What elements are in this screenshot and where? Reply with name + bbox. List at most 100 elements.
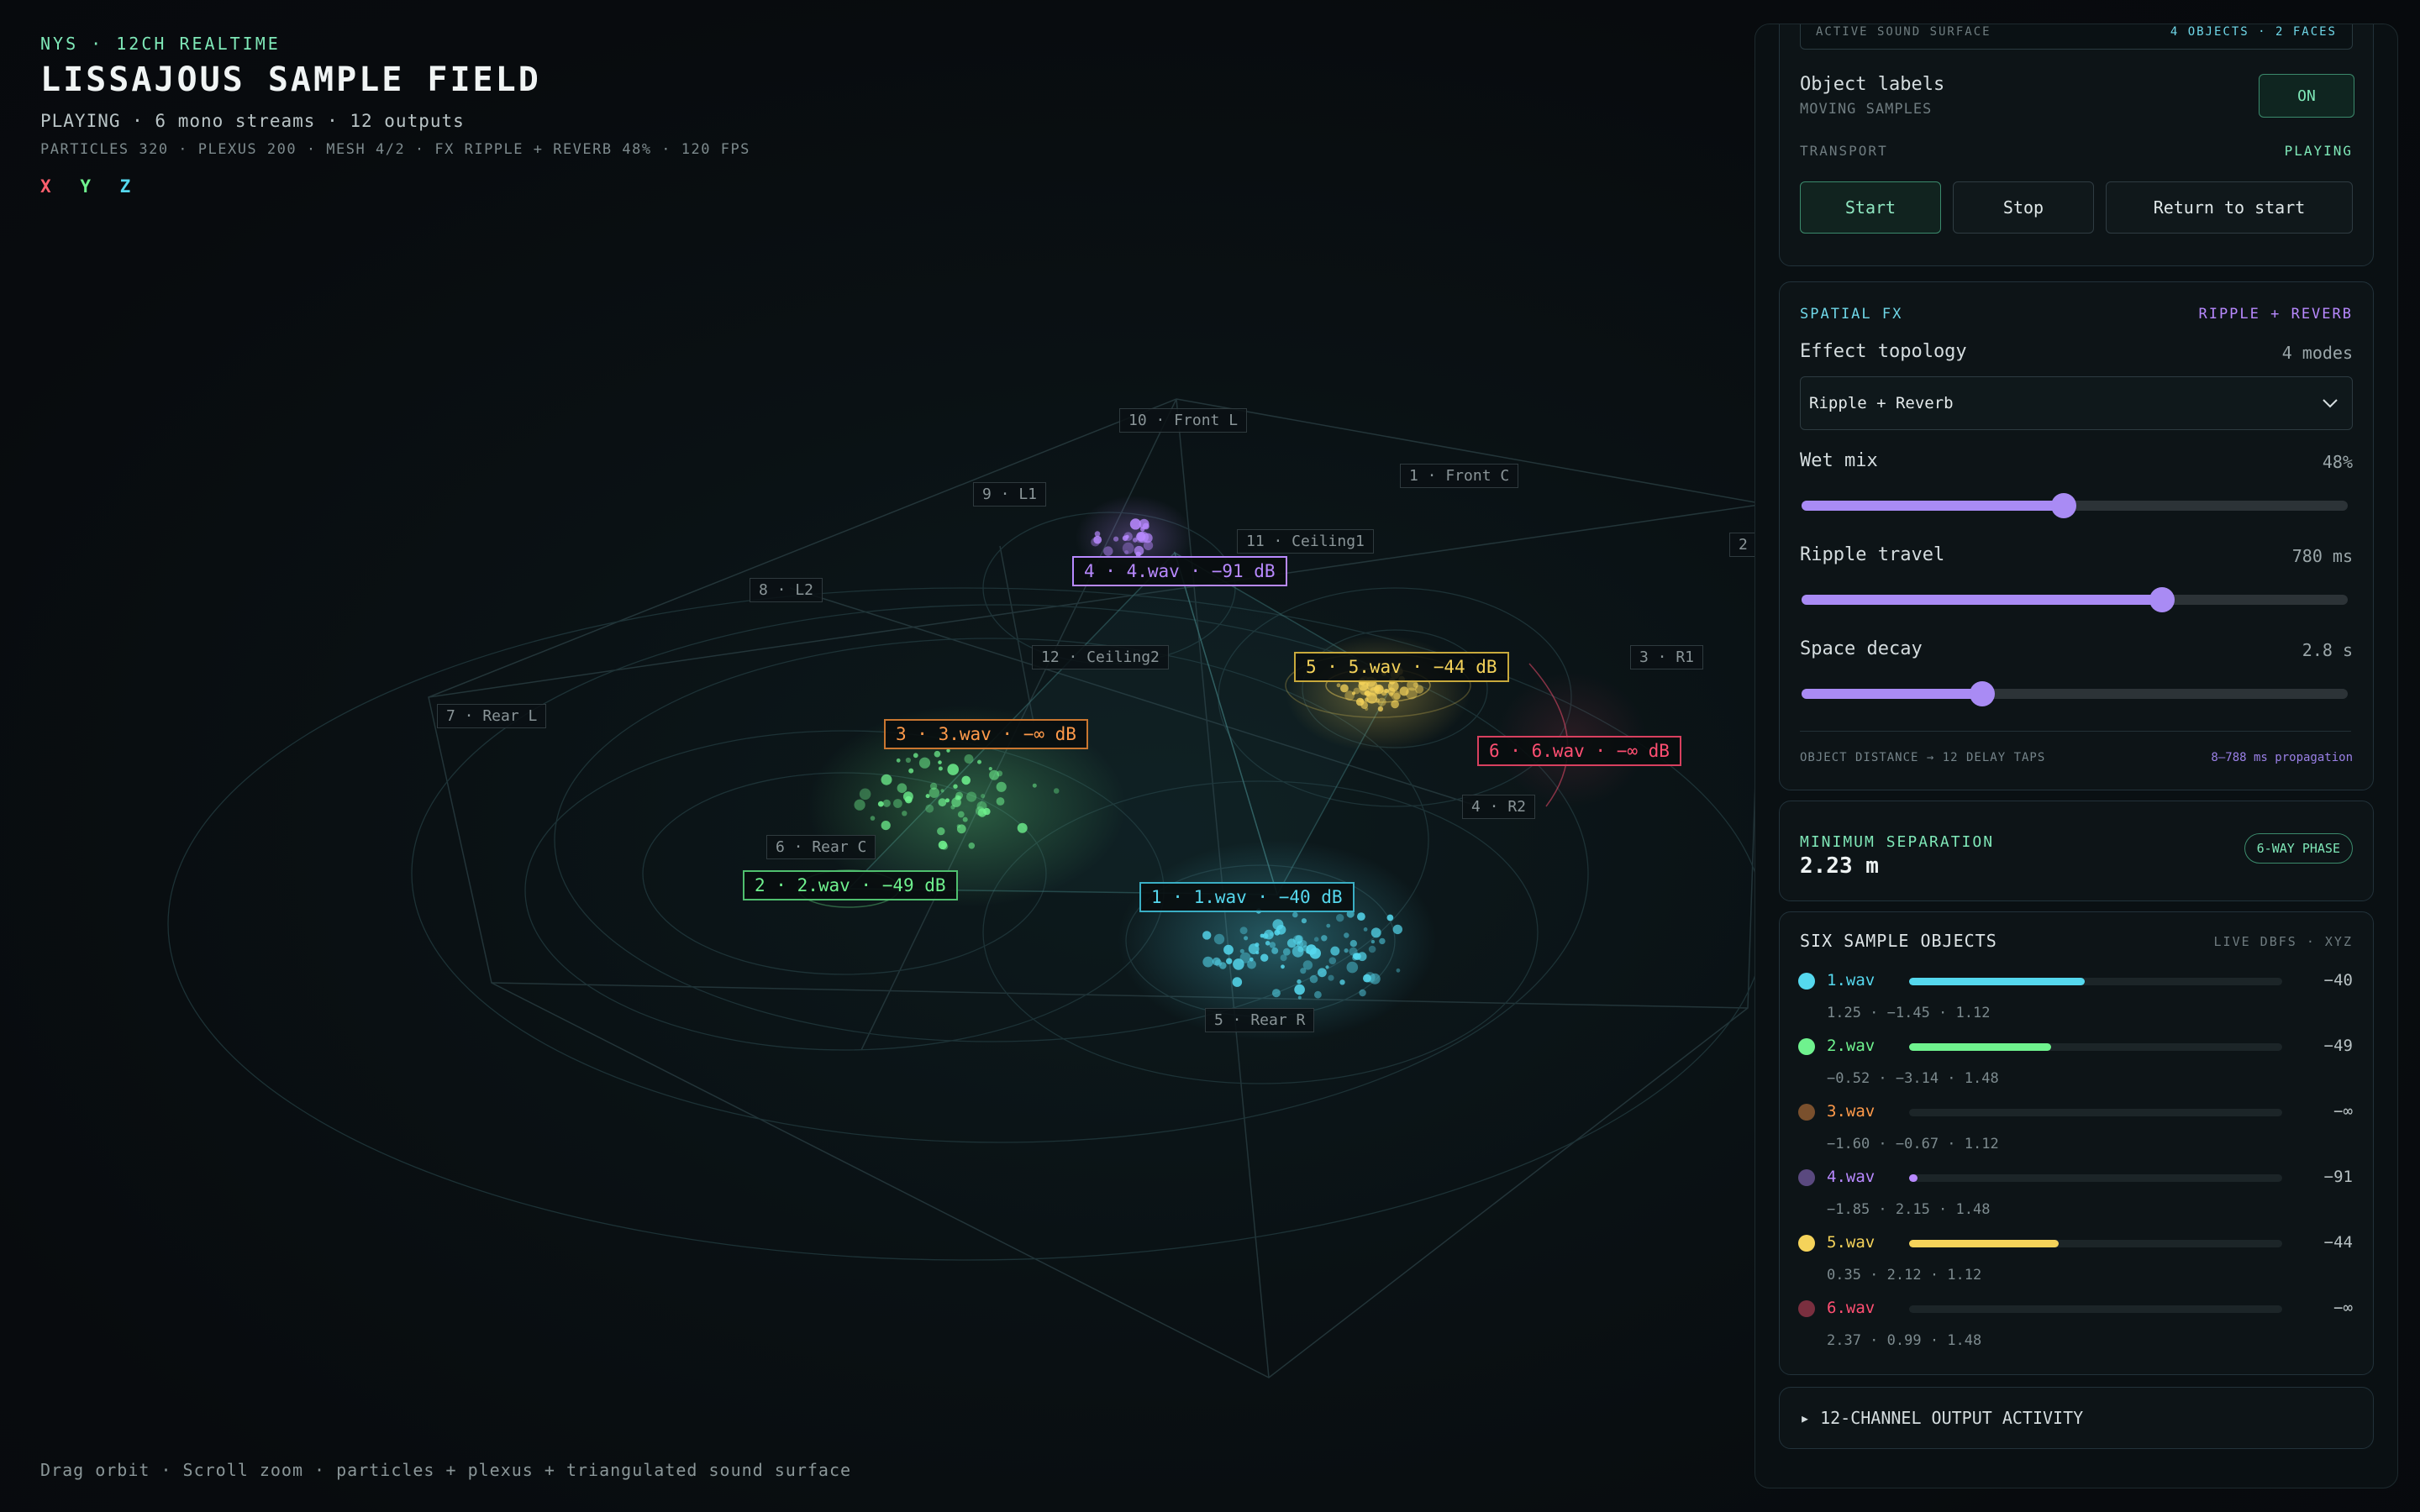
sample-name[interactable]: 3.wav (1827, 1102, 1875, 1121)
sample-dbfs: −44 (2323, 1233, 2353, 1252)
sample-name[interactable]: 1.wav (1827, 971, 1875, 990)
sample-xyz: −1.60 · −0.67 · 1.12 (1827, 1136, 1999, 1152)
particle (1363, 974, 1371, 983)
particle (1391, 690, 1401, 701)
speaker-label: 8 · L2 (750, 578, 823, 602)
object-label-2[interactable]: 2 · 2.wav · −49 dB (743, 870, 958, 900)
space-decay-slider[interactable] (1802, 681, 2348, 706)
particle (1297, 979, 1302, 984)
particle (1091, 537, 1100, 547)
sample-color-dot (1798, 973, 1815, 990)
ripple-travel-value: 780 ms (2291, 546, 2353, 566)
sample-name[interactable]: 2.wav (1827, 1037, 1875, 1055)
object-label-1[interactable]: 1 · 1.wav · −40 dB (1139, 882, 1355, 912)
object-label-6[interactable]: 6 · 6.wav · −∞ dB (1477, 736, 1681, 766)
object-labels-sub: MOVING SAMPLES (1800, 101, 1933, 118)
particle (996, 797, 1005, 806)
start-button[interactable]: Start (1800, 181, 1941, 234)
control-panel[interactable]: ACTIVE SOUND SURFACE 4 OBJECTS · 2 FACES… (1754, 24, 2398, 1488)
playback-status: PLAYING · 6 mono streams · 12 outputs (40, 111, 465, 131)
particle (981, 794, 986, 799)
level-meter (1909, 1305, 2282, 1313)
object-label-3[interactable]: 3 · 3.wav · −∞ dB (884, 719, 1088, 749)
sample-name[interactable]: 4.wav (1827, 1168, 1875, 1186)
particle (1271, 989, 1281, 998)
fx-badge: RIPPLE + REVERB (2198, 306, 2353, 323)
slider-thumb[interactable] (2149, 587, 2175, 612)
sample-name[interactable]: 6.wav (1827, 1299, 1875, 1317)
particle (1313, 937, 1319, 942)
particle (1281, 964, 1285, 969)
level-meter-fill (1909, 1043, 2051, 1051)
particle (1300, 968, 1307, 974)
particle (1103, 546, 1113, 556)
particle (1309, 974, 1318, 984)
particle (938, 798, 947, 807)
hud: NYS · 12CH REALTIME LISSAJOUS SAMPLE FIE… (40, 34, 750, 197)
particle (925, 794, 930, 799)
ripple-travel-slider[interactable] (1802, 587, 2348, 612)
particle (905, 757, 911, 764)
fx-footer-right: 8–788 ms propagation (2211, 751, 2353, 764)
particle (1125, 534, 1129, 539)
particle (1226, 958, 1233, 964)
particle (934, 750, 941, 758)
particle (1094, 531, 1101, 537)
particle (918, 757, 931, 769)
speaker-label: 9 · L1 (973, 482, 1047, 507)
particle (977, 759, 981, 764)
particle (870, 816, 876, 821)
particle (962, 816, 968, 822)
slider-thumb[interactable] (1969, 681, 1995, 706)
sample-color-dot (1798, 1169, 1815, 1186)
sample-xyz: 1.25 · −1.45 · 1.12 (1827, 1005, 1991, 1021)
particle (1325, 965, 1329, 969)
particle (1232, 977, 1243, 987)
particle (1353, 687, 1360, 695)
sample-xyz: −1.85 · 2.15 · 1.48 (1827, 1201, 1991, 1218)
sample-dbfs: −91 (2323, 1168, 2353, 1186)
active-surface-label: ACTIVE SOUND SURFACE (1816, 25, 1991, 39)
particle (1318, 968, 1327, 978)
particle (1297, 995, 1302, 1000)
sample-name[interactable]: 5.wav (1827, 1233, 1875, 1252)
particle (1260, 933, 1265, 938)
spatial-scene[interactable]: 10 · Front L 1 · Front C 9 · L1 11 · Cei… (0, 0, 1765, 1512)
object-labels-toggle[interactable]: ON (2259, 74, 2354, 118)
particle (951, 797, 961, 807)
particle (1202, 956, 1214, 968)
sample-dbfs: −∞ (2333, 1299, 2353, 1317)
particle (957, 811, 965, 818)
separation-label: MINIMUM SEPARATION (1800, 833, 1995, 851)
particle (1346, 961, 1359, 974)
particle (1357, 912, 1365, 921)
object-label-5[interactable]: 5 · 5.wav · −44 dB (1294, 652, 1509, 682)
channels-disclosure[interactable]: ▸ 12-CHANNEL OUTPUT ACTIVITY (1800, 1408, 2083, 1428)
effect-topology-count: 4 modes (2281, 343, 2353, 363)
object-label-4[interactable]: 4 · 4.wav · −91 dB (1072, 556, 1287, 586)
particle (989, 769, 1000, 780)
particle (1301, 918, 1307, 924)
particle (1134, 545, 1144, 556)
particle (1385, 689, 1389, 693)
slider-thumb[interactable] (2051, 493, 2076, 518)
particle (1223, 944, 1234, 955)
wet-mix-slider[interactable] (1802, 493, 2348, 518)
axis-legend: X Y Z (40, 176, 750, 197)
channels-card[interactable]: ▸ 12-CHANNEL OUTPUT ACTIVITY (1779, 1387, 2374, 1449)
particle (1032, 783, 1037, 788)
return-to-start-button[interactable]: Return to start (2106, 181, 2353, 234)
stop-button[interactable]: Stop (1953, 181, 2094, 234)
particle (1239, 927, 1248, 935)
samples-card: SIX SAMPLE OBJECTS LIVE DBFS · XYZ 1.wav… (1779, 911, 2374, 1375)
particle (1214, 959, 1223, 967)
effect-topology-select[interactable]: Ripple + Reverb (1800, 376, 2353, 430)
interaction-hint: Drag orbit · Scroll zoom · particles + p… (40, 1460, 852, 1480)
particle (896, 758, 901, 763)
particle (1359, 989, 1366, 997)
particle (897, 783, 908, 793)
object-labels-label: Object labels (1800, 74, 1945, 95)
particle (1365, 706, 1369, 711)
particle (1336, 683, 1341, 688)
particle (881, 821, 891, 831)
